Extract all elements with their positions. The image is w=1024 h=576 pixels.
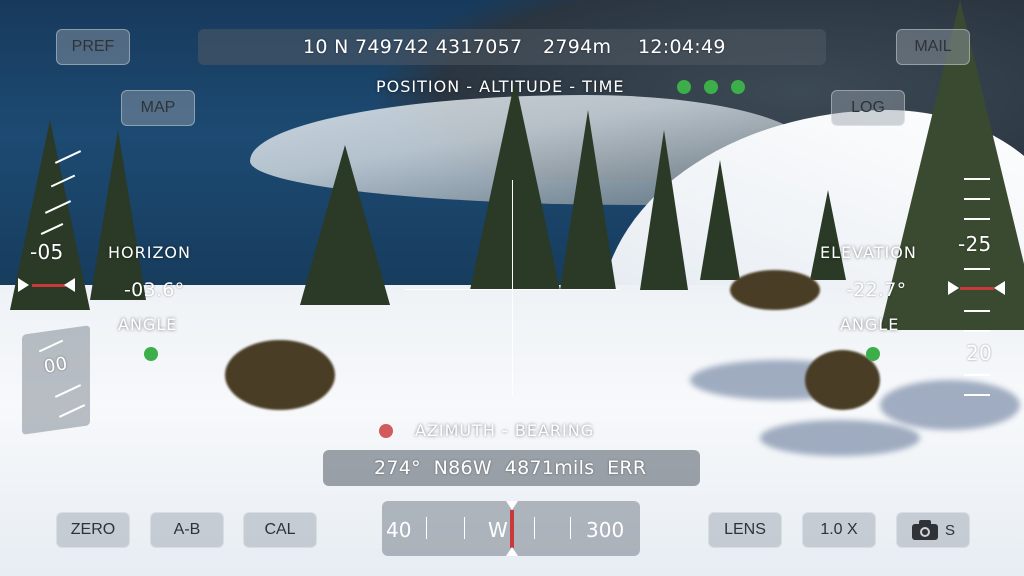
- pine-tree: [700, 160, 740, 280]
- compass-tick: [534, 517, 535, 539]
- position-readout: 10 N 749742 4317057: [303, 36, 523, 58]
- compass-bottom-pointer: [506, 547, 518, 556]
- horizon-scale-bottom: 00: [42, 353, 70, 378]
- mail-button[interactable]: MAIL: [896, 29, 970, 65]
- azimuth-caption: AZIMUTH - BEARING: [415, 421, 595, 440]
- camera-button[interactable]: S: [896, 512, 970, 548]
- scale-tick: [40, 223, 64, 235]
- crosshair-vertical: [512, 180, 513, 395]
- elevation-scale-top: -25: [958, 232, 992, 256]
- lens-button[interactable]: LENS: [708, 512, 782, 548]
- map-button[interactable]: MAP: [121, 90, 195, 126]
- scale-tick: [54, 150, 82, 164]
- camera-mode-label: S: [944, 521, 955, 539]
- elevation-scale: -25 20: [940, 170, 1020, 420]
- cal-button[interactable]: CAL: [243, 512, 317, 548]
- scale-tick: [964, 330, 990, 332]
- elevation-subtitle: ANGLE: [840, 315, 900, 334]
- zoom-button[interactable]: 1.0 X: [802, 512, 876, 548]
- compass-center-value: W: [488, 518, 508, 542]
- elevation-pointer-left: [948, 281, 959, 295]
- status-dot: [677, 80, 691, 94]
- pref-button[interactable]: PREF: [56, 29, 130, 65]
- time-readout: 12:04:49: [638, 36, 726, 58]
- horizon-scale: -05 00: [14, 140, 94, 435]
- scale-tick: [964, 394, 990, 396]
- compass-tick: [464, 517, 465, 539]
- compass-tick: [426, 517, 427, 539]
- scale-tick: [964, 374, 990, 376]
- pine-tree: [90, 130, 146, 300]
- azimuth-readout: 274° N86W 4871mils ERR: [374, 457, 647, 479]
- elevation-marker: [960, 287, 994, 290]
- status-dot: [731, 80, 745, 94]
- log-button[interactable]: LOG: [831, 90, 905, 126]
- scale-tick: [964, 178, 990, 180]
- crosshair-horizontal: [404, 289, 620, 290]
- scale-tick: [44, 200, 72, 214]
- compass-top-pointer: [506, 501, 518, 510]
- compass-right-value: 300: [586, 518, 625, 542]
- horizon-subtitle: ANGLE: [118, 315, 178, 334]
- horizon-marker: [32, 284, 66, 287]
- horizon-pointer-right: [64, 278, 75, 292]
- position-caption: POSITION - ALTITUDE - TIME: [376, 77, 625, 96]
- compass-left-value: 40: [386, 518, 412, 542]
- scale-tick: [50, 174, 76, 188]
- elevation-value: -22.7°: [846, 279, 907, 301]
- scale-tick: [964, 310, 990, 312]
- elevation-status-dot: [866, 347, 880, 361]
- pine-tree: [640, 130, 688, 290]
- shrub: [730, 270, 820, 310]
- horizon-status-dot: [144, 347, 158, 361]
- pine-tree: [810, 190, 846, 280]
- camera-icon: [911, 520, 938, 540]
- pine-tree: [470, 80, 560, 290]
- pine-tree: [300, 145, 390, 305]
- horizon-scale-top: -05: [30, 240, 64, 264]
- compass-tick: [570, 517, 571, 539]
- scale-tick: [964, 218, 990, 220]
- zero-button[interactable]: ZERO: [56, 512, 130, 548]
- compass-tape[interactable]: 40 W 300: [382, 501, 640, 556]
- compass-heading-marker: [510, 510, 514, 548]
- scale-tick: [964, 198, 990, 200]
- scale-tick: [964, 268, 990, 270]
- horizon-title: HORIZON: [108, 243, 191, 262]
- elevation-title: ELEVATION: [820, 243, 917, 262]
- horizon-pointer-left: [18, 278, 29, 292]
- pine-tree: [560, 110, 616, 290]
- azimuth-status-dot: [379, 424, 393, 438]
- status-dot: [704, 80, 718, 94]
- altitude-readout: 2794m: [543, 36, 612, 58]
- tree-shadow: [760, 420, 920, 456]
- elevation-pointer-right: [994, 281, 1005, 295]
- a-b-button[interactable]: A-B: [150, 512, 224, 548]
- horizon-value: -03.6°: [124, 279, 185, 301]
- elevation-scale-bottom: 20: [966, 341, 993, 365]
- shrub: [225, 340, 335, 410]
